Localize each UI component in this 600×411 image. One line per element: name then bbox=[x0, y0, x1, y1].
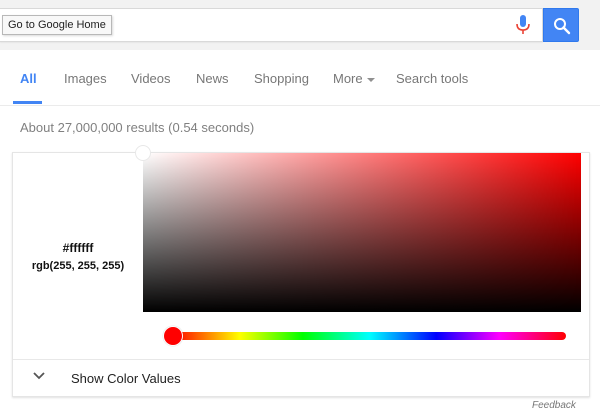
hue-slider[interactable] bbox=[173, 332, 566, 340]
hue-slider-handle[interactable] bbox=[163, 326, 183, 346]
color-picker-card: #ffffff rgb(255, 255, 255) Show Color Va… bbox=[12, 145, 590, 397]
tab-shopping[interactable]: Shopping bbox=[254, 71, 309, 86]
search-icon bbox=[554, 18, 571, 35]
show-color-values-label: Show Color Values bbox=[71, 371, 181, 386]
search-button[interactable] bbox=[543, 8, 579, 42]
tab-videos[interactable]: Videos bbox=[131, 71, 171, 86]
results-stats: About 27,000,000 results (0.54 seconds) bbox=[20, 120, 255, 135]
tab-images[interactable]: Images bbox=[64, 71, 107, 86]
feedback-link[interactable]: Feedback bbox=[532, 400, 576, 411]
tab-more-label: More bbox=[333, 71, 363, 86]
color-swatch: #ffffff rgb(255, 255, 255) bbox=[13, 153, 143, 312]
chevron-down-icon bbox=[33, 372, 45, 380]
saturation-value-handle[interactable] bbox=[135, 145, 151, 161]
mic-icon[interactable] bbox=[515, 14, 531, 36]
saturation-value-canvas[interactable] bbox=[143, 153, 581, 312]
search-bar: Go to Google Home bbox=[0, 0, 600, 50]
show-color-values-toggle[interactable]: Show Color Values bbox=[13, 360, 589, 397]
tab-search-tools[interactable]: Search tools bbox=[396, 71, 468, 86]
search-tabs: All Images Videos News Shopping More Sea… bbox=[0, 50, 600, 106]
hex-value: #ffffff bbox=[62, 241, 94, 255]
active-tab-indicator bbox=[13, 101, 42, 104]
tab-more[interactable]: More bbox=[333, 71, 375, 86]
caret-down-icon bbox=[366, 77, 375, 82]
tab-all[interactable]: All bbox=[20, 71, 37, 86]
google-home-tooltip: Go to Google Home bbox=[2, 15, 112, 35]
tab-news[interactable]: News bbox=[196, 71, 229, 86]
rgb-value: rgb(255, 255, 255) bbox=[31, 260, 125, 272]
